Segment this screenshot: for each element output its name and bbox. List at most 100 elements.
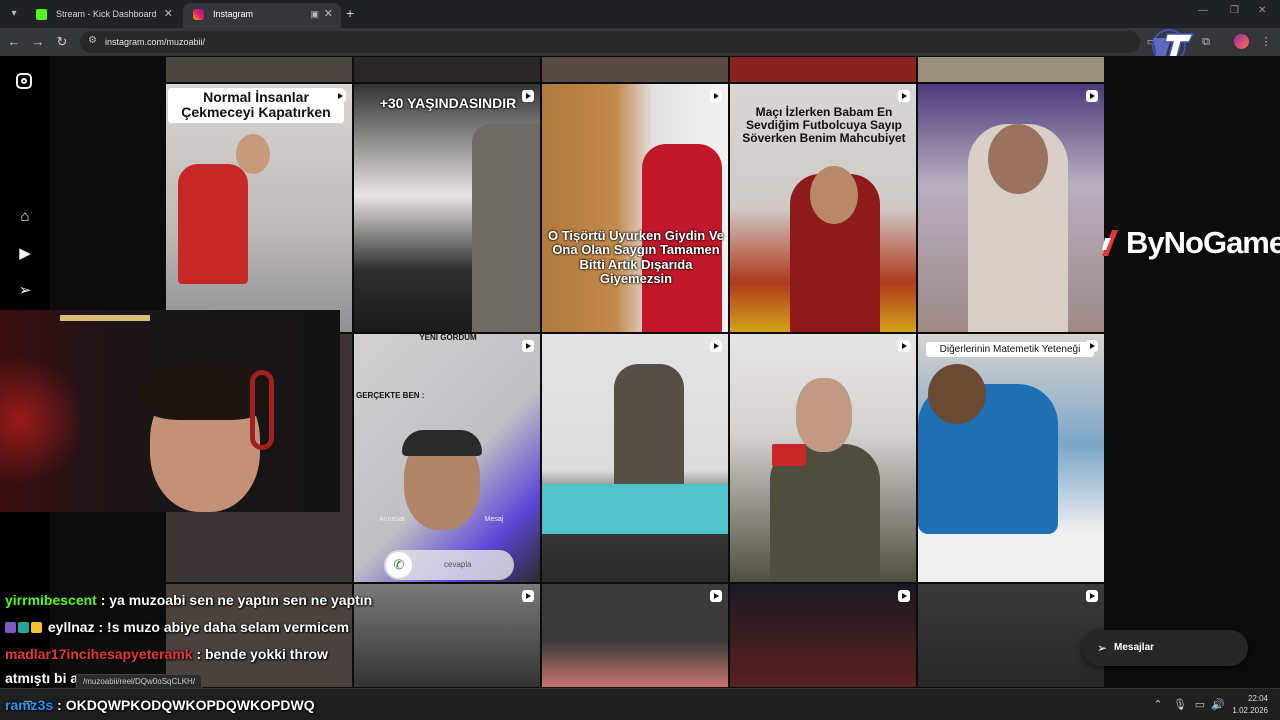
chat-text: : OKDQWPKODQWKOPDQWKOPDWQ [57,697,315,713]
chat-text: : !s muzo abiye daha selam vermicem [98,619,350,635]
photo-subject [472,124,540,332]
reel-icon [710,90,722,102]
send-icon[interactable]: ➢ [16,282,34,300]
close-tab-icon[interactable]: ✕ [324,3,333,25]
chat-text: : bende yokki throw [196,646,328,662]
post-thumbnail[interactable]: YENİ GÖRDÜM GERÇEKTE BEN : Anımsat Mesaj… [353,333,541,583]
system-clock[interactable]: 22:04 1.02.2026 [1232,693,1268,717]
reel-icon [334,90,346,102]
reel-icon [710,340,722,352]
close-tab-icon[interactable]: ✕ [164,3,173,25]
post-thumbnail[interactable] [917,56,1105,83]
reel-icon [898,590,910,602]
photo-subject-head [988,124,1048,194]
chat-message: madlar17incihesapyeteramk : bende yokki … [5,646,328,662]
post-caption: YENİ GÖRDÜM [419,333,477,342]
ironing-board [542,484,728,534]
bynogame-logo-icon [1102,230,1118,256]
subscriber-badge-icon [5,622,16,633]
post-caption: O Tişörtü Uyurken Giydin Ve Ona Olan Say… [547,228,725,286]
chat-message: eyllnaz : !s muzo abiye daha selam vermi… [5,619,349,635]
reel-icon [898,90,910,102]
post-thumbnail[interactable] [353,56,541,83]
back-icon[interactable]: ← [6,34,22,50]
post-thumbnail[interactable] [917,583,1105,688]
messages-button[interactable]: ➢ Mesajlar [1082,630,1248,666]
reel-icon [522,590,534,602]
link-status-bar: /muzoabii/reel/DQw0oSqCLKH/ [76,674,203,689]
tray-chevron-icon[interactable]: ⌃ [1150,697,1166,713]
webcam-light [0,350,80,490]
chat-message: yirrmibescent : ya muzoabi sen ne yaptın… [5,592,372,608]
post-thumbnail[interactable]: Normal İnsanlar Çekmeceyi Kapatırken [165,83,353,333]
kick-icon [36,9,47,20]
post-thumbnail[interactable] [729,333,917,583]
close-window-icon[interactable]: ✕ [1258,5,1266,16]
network-icon[interactable]: ▭ [1192,697,1208,713]
chat-text: : ya muzoabi sen ne yaptın sen ne yaptın [100,592,373,608]
post-thumbnail[interactable] [541,56,729,83]
browser-toolbar: ← → ↻ ⚙ instagram.com/muzoabii/ ▭ ⧉ ⋮ [0,28,1280,56]
call-remind-label: Anımsat [379,516,405,523]
browser-tab-bar: ▾ Stream - Kick Dashboard ✕ Instagram ▣ … [0,0,1280,28]
photo-subject-head [236,134,270,174]
cast-icon[interactable]: ▣ [310,3,319,25]
reload-icon[interactable]: ↻ [54,34,70,50]
microphone-icon[interactable]: 🎙 [1172,697,1188,713]
post-thumbnail[interactable] [729,56,917,83]
post-thumbnail[interactable] [917,83,1105,333]
chat-username: yirrmibescent [5,592,97,608]
phone-icon: ✆ [386,552,412,578]
photo-subject-head [796,378,852,452]
clock-date: 1.02.2026 [1232,706,1268,715]
post-thumbnail[interactable] [729,583,917,688]
photo-subject-head [810,166,858,224]
instagram-logo-icon[interactable] [16,73,32,89]
address-bar[interactable]: ⚙ instagram.com/muzoabii/ [80,31,1140,53]
reel-icon [522,340,534,352]
profile-avatar[interactable] [1234,34,1249,49]
tab-search-icon[interactable]: ▾ [6,6,22,22]
webcam-overlay [0,310,340,512]
neon-sign [60,315,150,321]
sponsor-text: ByNoGame [1126,225,1280,260]
chat-message: ramz3s : OKDQWPKODQWKOPDQWKOPDWQ [5,697,315,713]
photo-subject-head [928,364,986,424]
post-thumbnail[interactable]: O Tişörtü Uyurken Giydin Ve Ona Olan Say… [541,83,729,333]
maximize-icon[interactable]: ❐ [1230,5,1239,16]
post-thumbnail[interactable]: +30 YAŞINDASINDIR [353,83,541,333]
post-thumbnail[interactable] [541,583,729,688]
reels-icon[interactable]: ▶ [16,245,34,263]
tab-title: Stream - Kick Dashboard [56,9,157,19]
home-icon[interactable]: ⌂ [16,208,34,226]
post-caption: +30 YAŞINDASINDIR [379,95,517,111]
instagram-icon [193,9,204,20]
site-info-icon[interactable]: ⚙ [88,35,100,47]
reel-icon [1086,90,1098,102]
forward-icon[interactable]: → [30,34,46,50]
tab-instagram[interactable]: Instagram ▣ ✕ [183,3,341,28]
photo-subject [178,164,248,284]
minimize-icon[interactable]: — [1198,5,1208,16]
screen: ▾ Stream - Kick Dashboard ✕ Instagram ▣ … [0,0,1280,720]
post-thumbnail[interactable] [165,56,353,83]
tab-kick-dashboard[interactable]: Stream - Kick Dashboard ✕ [26,3,181,28]
photo-subject-cap [402,430,482,456]
reel-icon [710,590,722,602]
extensions-icon[interactable]: ⧉ [1198,34,1214,50]
post-thumbnail[interactable] [353,583,541,688]
volume-icon[interactable]: 🔊 [1210,697,1226,713]
chat-username: madlar17incihesapyeteramk [5,646,193,662]
messages-label: Mesajlar [1114,642,1155,653]
photo-prop [772,444,806,466]
new-tab-button[interactable]: + [346,5,354,21]
url-text: instagram.com/muzoabii/ [105,37,206,47]
post-thumbnail[interactable]: Maçı İzlerken Babam En Sevdiğim Futbolcu… [729,83,917,333]
tab-title: Instagram [213,9,254,19]
reel-icon [522,90,534,102]
call-accept-label: cevapla [444,560,472,569]
menu-icon[interactable]: ⋮ [1258,34,1274,50]
post-thumbnail[interactable] [541,333,729,583]
post-thumbnail[interactable]: Diğerlerinin Matemetik Yeteneği [917,333,1105,583]
sponsor-logo: ByNoGame [1098,226,1280,260]
